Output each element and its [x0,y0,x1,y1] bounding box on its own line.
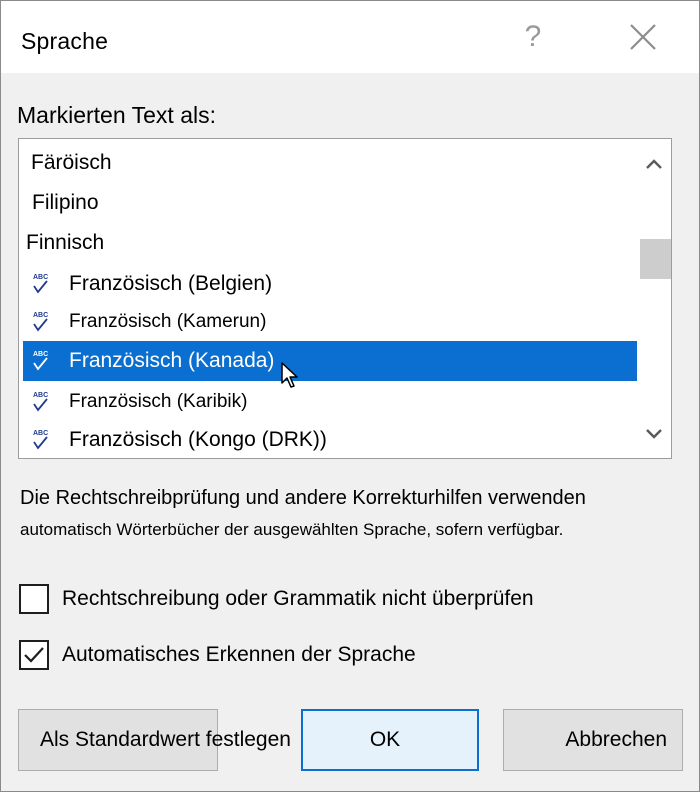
auto-detect-option[interactable]: Automatisches Erkennen der Sprache [19,639,416,671]
mark-text-label: Markierten Text als: [17,102,216,128]
language-list-item-label: Französisch (Kanada) [69,349,275,372]
close-button[interactable] [619,15,665,59]
spellcheck-icon: ABC [33,312,48,332]
language-list-item[interactable]: ABC Französisch (Belgien) [23,264,640,304]
language-list-item[interactable]: Färöisch [23,143,640,183]
help-icon: ? [524,20,542,53]
auto-detect-label: Automatisches Erkennen der Sprache [62,643,416,666]
svg-text:ABC: ABC [33,430,48,437]
language-list-item[interactable]: ABC Französisch (Karibik) [23,382,640,422]
language-dialog: Sprache ? Markierten Text als: Färöisch F… [0,0,700,792]
language-list-item[interactable]: Filipino [23,183,640,223]
title-bar: Sprache ? [1,1,699,73]
language-listbox[interactable]: Färöisch Filipino Finnisch ABC Französisch (… [18,138,672,459]
language-list-item-label: Finnisch [26,231,105,254]
chevron-down-icon [646,429,662,439]
spellcheck-icon: ABC [33,430,48,450]
set-default-button[interactable]: Als Standardwert festlegen [18,709,291,771]
ok-button[interactable]: OK [301,709,479,771]
language-list-item-label: Französisch (Kongo (DRK)) [69,428,327,451]
list-scrollbar[interactable] [637,139,671,458]
checkmark-icon [24,647,44,663]
scroll-down-button[interactable] [637,417,671,451]
no-proofing-option[interactable]: Rechtschreibung oder Grammatik nicht übe… [19,583,534,615]
help-button[interactable]: ? [513,15,553,59]
scroll-thumb[interactable] [640,239,671,279]
auto-detect-checkbox[interactable] [19,640,49,670]
scroll-up-button[interactable] [637,147,671,181]
description-line-2: automatisch Wörterbücher der ausgewählte… [20,520,564,539]
chevron-up-icon [646,159,662,169]
svg-text:ABC: ABC [33,351,48,358]
spellcheck-icon: ABC [33,392,48,412]
language-list-item-label: Filipino [32,191,99,214]
no-proofing-checkbox[interactable] [19,584,49,614]
description-text: Die Rechtschreibprüfung und andere Korre… [20,481,680,545]
language-list-item-label: Französisch (Kamerun) [69,311,267,332]
spellcheck-icon: ABC [33,274,48,294]
description-line-1: Die Rechtschreibprüfung und andere Korre… [20,487,586,509]
svg-text:ABC: ABC [33,392,48,399]
language-list-item-label: Färöisch [31,151,112,174]
language-list-item-label: Französisch (Belgien) [69,272,273,295]
language-list-item[interactable]: ABC Französisch (Kamerun) [23,302,640,342]
spellcheck-icon: ABC [33,351,48,371]
svg-text:ABC: ABC [33,312,48,319]
language-list-item-label: Französisch (Karibik) [69,391,248,412]
svg-text:ABC: ABC [33,274,48,281]
cancel-button[interactable]: Abbrechen [503,709,683,771]
dialog-title: Sprache [21,28,109,54]
language-list-item[interactable]: ABC Französisch (Kanada) [23,341,640,381]
close-icon [630,24,656,50]
language-list-item[interactable]: ABC Französisch (Kongo (DRK)) [23,420,640,458]
language-list-item[interactable]: Finnisch [23,223,640,263]
no-proofing-label: Rechtschreibung oder Grammatik nicht übe… [62,587,534,610]
